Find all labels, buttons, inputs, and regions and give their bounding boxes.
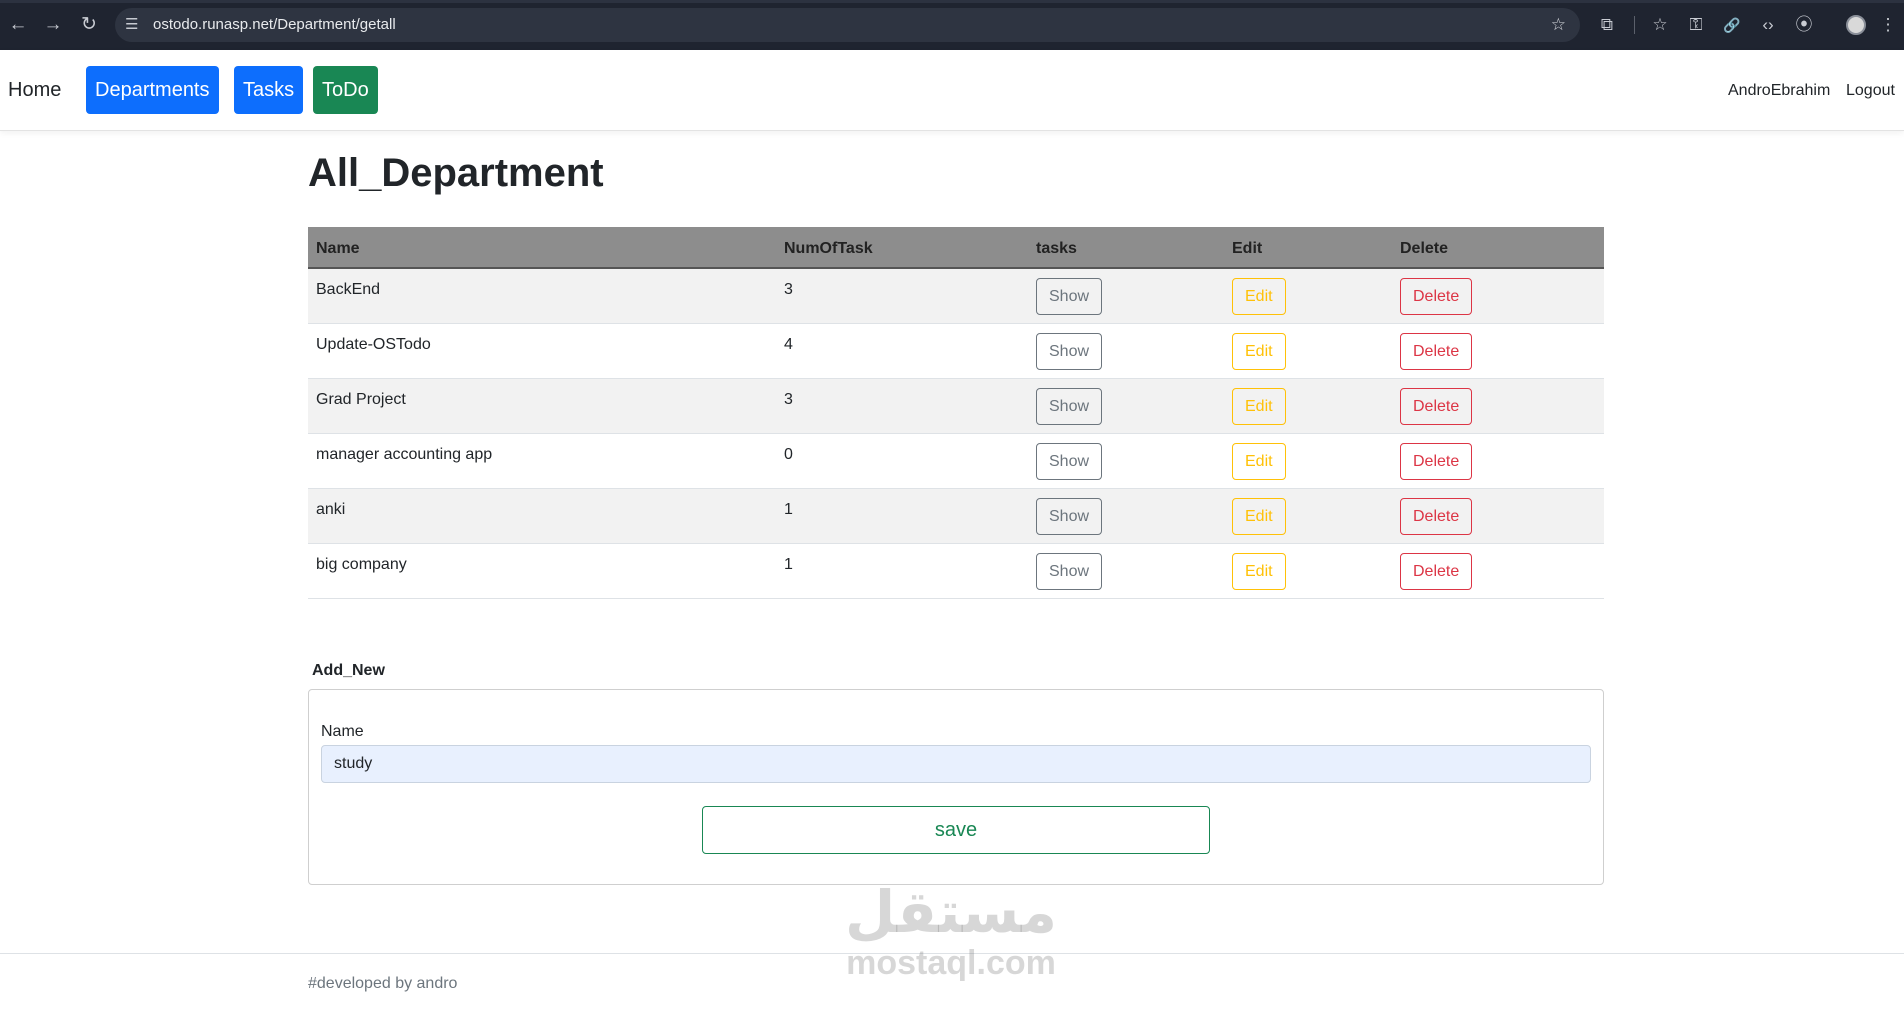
delete-button[interactable]: Delete xyxy=(1400,332,1473,370)
table-row: big company 1 Show Edit Delete xyxy=(308,543,1604,599)
back-icon[interactable]: ← xyxy=(5,11,31,39)
code-icon[interactable]: ‹› xyxy=(1755,11,1781,39)
browser-toolbar: ← → ↻ ☰ ostodo.runasp.net/Department/get… xyxy=(0,0,1904,50)
department-name: BackEnd xyxy=(308,268,776,324)
table-row: Grad Project 3 Show Edit Delete xyxy=(308,378,1604,434)
extensions-icon[interactable]: ⧉ xyxy=(1594,11,1620,39)
nav-home-link[interactable]: Home xyxy=(8,50,61,131)
name-label: Name xyxy=(321,723,364,740)
table-row: manager accounting app 0 Show Edit Delet… xyxy=(308,433,1604,489)
show-button[interactable]: Show xyxy=(1036,387,1103,425)
edit-button[interactable]: Edit xyxy=(1232,497,1286,535)
delete-button[interactable]: Delete xyxy=(1400,497,1473,535)
name-input[interactable]: study xyxy=(321,745,1591,783)
table-row: Update-OSTodo 4 Show Edit Delete xyxy=(308,323,1604,379)
task-count: 3 xyxy=(776,378,1028,434)
header-tasks: tasks xyxy=(1028,227,1224,269)
password-key-icon[interactable]: ⚿ xyxy=(1683,11,1709,39)
toolbar-separator xyxy=(1634,16,1635,34)
forward-icon[interactable]: → xyxy=(40,11,66,39)
edit-button[interactable]: Edit xyxy=(1232,552,1286,590)
table-header-row: Name NumOfTask tasks Edit Delete xyxy=(308,227,1604,269)
show-button[interactable]: Show xyxy=(1036,442,1103,480)
show-button[interactable]: Show xyxy=(1036,552,1103,590)
bookmark-star-icon[interactable]: ☆ xyxy=(1551,8,1566,42)
show-button[interactable]: Show xyxy=(1036,497,1103,535)
task-count: 1 xyxy=(776,543,1028,599)
reload-icon[interactable]: ↻ xyxy=(76,11,102,39)
header-delete: Delete xyxy=(1392,227,1604,269)
screen-capture-icon[interactable]: ⦿ xyxy=(1791,11,1817,39)
delete-button[interactable]: Delete xyxy=(1400,387,1473,425)
department-name: anki xyxy=(308,488,776,544)
delete-button[interactable]: Delete xyxy=(1400,552,1473,590)
department-name: big company xyxy=(308,543,776,599)
edit-button[interactable]: Edit xyxy=(1232,442,1286,480)
table-row: BackEnd 3 Show Edit Delete xyxy=(308,268,1604,324)
page-title: All_Department xyxy=(308,151,604,195)
edit-button[interactable]: Edit xyxy=(1232,278,1286,315)
address-url[interactable]: ostodo.runasp.net/Department/getall xyxy=(153,8,396,42)
save-button[interactable]: save xyxy=(702,806,1210,854)
department-name: Grad Project xyxy=(308,378,776,434)
edit-button[interactable]: Edit xyxy=(1232,387,1286,425)
nav-logout-link[interactable]: Logout xyxy=(1846,50,1895,131)
show-button[interactable]: Show xyxy=(1036,278,1103,315)
address-bar[interactable]: ☰ ostodo.runasp.net/Department/getall ☆ xyxy=(115,8,1580,42)
nav-tasks-button[interactable]: Tasks xyxy=(234,66,304,114)
watermark-logo: مستقل xyxy=(844,878,1058,946)
menu-icon[interactable]: ⋮ xyxy=(1875,11,1901,39)
profile-avatar[interactable] xyxy=(1846,15,1866,35)
task-count: 1 xyxy=(776,488,1028,544)
bookmarks-icon[interactable]: ☆ xyxy=(1647,11,1673,39)
show-button[interactable]: Show xyxy=(1036,332,1103,370)
link-icon[interactable]: 🔗 xyxy=(1719,11,1745,39)
header-numoftask: NumOfTask xyxy=(776,227,1028,269)
app-navbar: Home Departments Tasks ToDo AndroEbrahim… xyxy=(0,50,1904,131)
edit-button[interactable]: Edit xyxy=(1232,332,1286,370)
delete-button[interactable]: Delete xyxy=(1400,278,1473,315)
table-row: anki 1 Show Edit Delete xyxy=(308,488,1604,544)
add-new-title: Add_New xyxy=(312,662,385,679)
nav-username-link[interactable]: AndroEbrahim xyxy=(1728,50,1830,131)
header-name: Name xyxy=(308,227,776,269)
department-name: manager accounting app xyxy=(308,433,776,489)
departments-table: Name NumOfTask tasks Edit Delete BackEnd… xyxy=(308,227,1604,599)
footer-text: #developed by andro xyxy=(308,975,458,992)
add-new-form: Name study save xyxy=(308,689,1604,885)
site-info-icon[interactable]: ☰ xyxy=(125,8,138,42)
delete-button[interactable]: Delete xyxy=(1400,442,1473,480)
task-count: 3 xyxy=(776,268,1028,324)
nav-departments-button[interactable]: Departments xyxy=(86,66,219,114)
footer: #developed by andro xyxy=(0,953,1904,1011)
task-count: 4 xyxy=(776,323,1028,379)
task-count: 0 xyxy=(776,433,1028,489)
department-name: Update-OSTodo xyxy=(308,323,776,379)
header-edit: Edit xyxy=(1224,227,1392,269)
nav-todo-button[interactable]: ToDo xyxy=(313,66,378,114)
tab-strip xyxy=(0,0,1904,3)
